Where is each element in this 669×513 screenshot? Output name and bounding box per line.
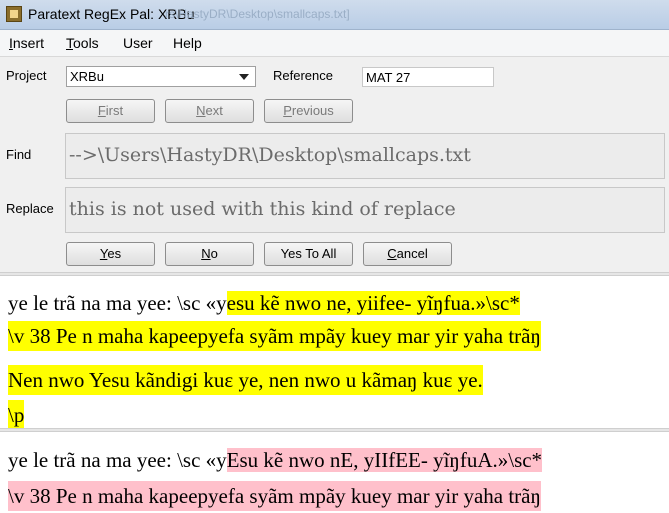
find-input[interactable]: -->\Users\HastyDR\Desktop\smallcaps.txt [65, 133, 665, 179]
preview-line: ye le trã na ma yee: \sc «yesu kẽ nwo ne… [8, 288, 520, 318]
preview-text: ye le trã na ma yee: \sc «y [8, 291, 227, 315]
replaced-preview-panel: ye le trã na ma yee: \sc «yEsu kẽ nwo nE… [0, 432, 669, 513]
project-select[interactable]: XRBu [66, 66, 256, 87]
previous-button[interactable]: Previous [264, 99, 353, 123]
original-preview-panel: ye le trã na ma yee: \sc «yesu kẽ nwo ne… [0, 276, 669, 428]
replace-label: Replace [6, 201, 54, 216]
app-icon [6, 6, 22, 22]
cancel-button[interactable]: Cancel [363, 242, 452, 266]
preview-line: \v 38 Pe n maha kapeepyefa syãm mpãy kue… [8, 481, 541, 511]
chevron-down-icon[interactable] [239, 74, 249, 80]
preview-line: \p [8, 400, 25, 428]
menu-insert[interactable]: Insert [9, 35, 44, 51]
preview-line: Nen nwo Yesu kãndigi kuɛ ye, nen nwo u k… [8, 365, 483, 395]
title-bar: Paratext RegEx Pal: XRBu rs\HastyDR\Desk… [0, 0, 669, 30]
reference-input[interactable]: MAT 27 [362, 67, 494, 87]
find-label: Find [6, 147, 32, 162]
first-button[interactable]: First [66, 99, 155, 123]
next-button[interactable]: Next [165, 99, 254, 123]
project-value: XRBu [70, 69, 104, 84]
menu-help[interactable]: Help [173, 35, 202, 51]
project-label: Project [6, 68, 47, 83]
window-title-ghost: rs\HastyDR\Desktop\smallcaps.txt] [165, 7, 350, 21]
preview-line: \v 38 Pe n maha kapeepyefa syãm mpãy kue… [8, 321, 541, 351]
replace-input[interactable]: this is not used with this kind of repla… [65, 187, 665, 233]
menu-tools[interactable]: Tools [66, 35, 99, 51]
preview-text: ye le trã na ma yee: \sc «y [8, 448, 227, 472]
preview-line: ye le trã na ma yee: \sc «yEsu kẽ nwo nE… [8, 445, 543, 475]
replacement-highlight: Esu kẽ nwo nE, yIIfEE- yĩŋfuA.»\sc* [226, 448, 543, 472]
yes-to-all-button[interactable]: Yes To All [264, 242, 353, 266]
yes-button[interactable]: Yes [66, 242, 155, 266]
menu-user[interactable]: User [123, 35, 153, 51]
no-button[interactable]: No [165, 242, 254, 266]
match-highlight: esu kẽ nwo ne, yiifee- yĩŋfua.»\sc* [226, 291, 520, 315]
reference-label: Reference [273, 68, 333, 83]
menu-bar: Insert Tools User Help [0, 30, 669, 57]
